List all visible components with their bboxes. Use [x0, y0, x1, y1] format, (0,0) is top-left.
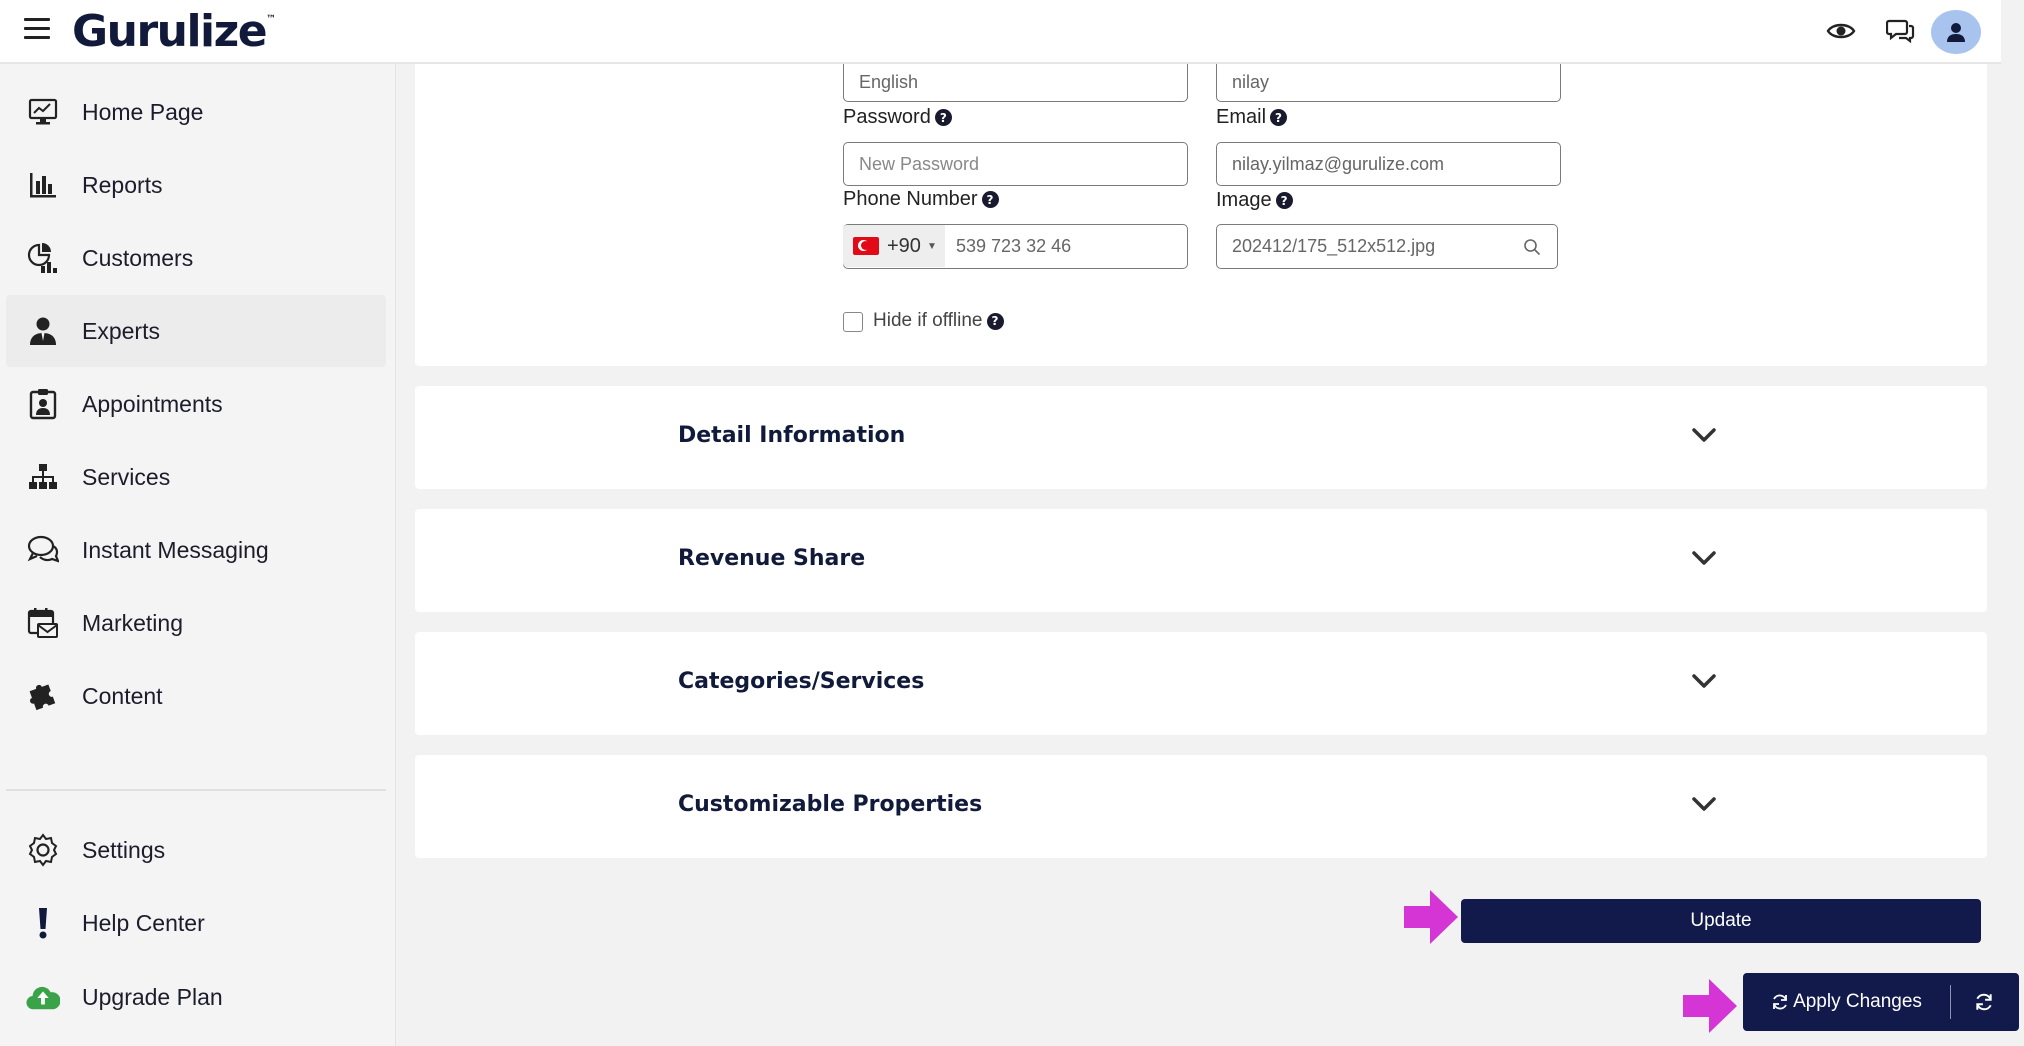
sidebar-item-instant-messaging[interactable]: Instant Messaging	[6, 514, 386, 586]
section-customizable-properties[interactable]: Customizable Properties	[415, 755, 1987, 858]
image-path-field[interactable]: 202412/175_512x512.jpg	[1216, 224, 1509, 269]
chat-bubbles-icon	[26, 533, 60, 567]
username-field[interactable]: nilay	[1216, 64, 1561, 102]
puzzle-icon	[26, 679, 60, 713]
sidebar-item-content[interactable]: Content	[6, 660, 386, 732]
sidebar-item-help-center[interactable]: Help Center	[6, 887, 386, 959]
user-icon	[1947, 23, 1965, 42]
annotation-arrow-icon	[1683, 979, 1737, 1033]
hide-if-offline-checkbox[interactable]	[843, 312, 863, 332]
expert-form-card: English nilay Password? Email? New Passw…	[415, 64, 1987, 366]
sitemap-icon	[26, 460, 60, 494]
top-bar: Gurulize™	[0, 0, 2001, 64]
section-categories-services[interactable]: Categories/Services	[415, 632, 1987, 735]
turkey-flag-icon	[853, 237, 879, 255]
sidebar-item-upgrade-plan[interactable]: Upgrade Plan	[6, 961, 386, 1033]
help-icon[interactable]: ?	[1270, 109, 1288, 126]
email-field[interactable]: nilay.yilmaz@gurulize.com	[1216, 142, 1561, 186]
chevron-down-icon	[1692, 797, 1716, 811]
language-field[interactable]: English	[843, 64, 1188, 102]
phone-number-label: Phone Number?	[843, 188, 999, 211]
refresh-button[interactable]	[1951, 973, 2017, 1031]
email-label: Email?	[1216, 106, 1288, 129]
caret-down-icon: ▼	[926, 240, 937, 252]
sidebar-item-appointments[interactable]: Appointments	[6, 368, 386, 440]
gear-icon	[26, 833, 60, 867]
hide-if-offline-label: Hide if offline?	[873, 310, 1004, 332]
sidebar-item-services[interactable]: Services	[6, 441, 386, 513]
update-button[interactable]: Update	[1461, 899, 1981, 943]
chat-icon[interactable]	[1886, 16, 1916, 46]
refresh-icon	[1976, 993, 1992, 1011]
chevron-down-icon	[1692, 428, 1716, 442]
exclamation-icon	[26, 906, 60, 940]
apply-changes-group: Apply Changes	[1743, 973, 2019, 1031]
chevron-down-icon	[1692, 551, 1716, 565]
bar-chart-icon	[26, 168, 60, 202]
eye-icon[interactable]	[1826, 16, 1856, 46]
image-browse-button[interactable]	[1507, 224, 1558, 269]
upload-cloud-icon	[26, 980, 60, 1014]
country-code-select[interactable]: +90 ▼	[843, 225, 945, 267]
user-avatar[interactable]	[1931, 10, 1981, 54]
password-label: Password?	[843, 106, 952, 129]
section-detail-information[interactable]: Detail Information	[415, 386, 1987, 489]
monitor-chart-icon	[26, 95, 60, 129]
image-label: Image?	[1216, 189, 1293, 212]
sidebar-item-settings[interactable]: Settings	[6, 814, 386, 886]
sidebar-divider	[6, 789, 386, 791]
sidebar-item-customers[interactable]: Customers	[6, 222, 386, 294]
user-tie-icon	[26, 314, 60, 348]
sidebar-item-home-page[interactable]: Home Page	[6, 76, 386, 148]
pie-chart-icon	[26, 241, 60, 275]
search-icon	[1524, 238, 1541, 255]
refresh-icon	[1773, 994, 1787, 1010]
calendar-mail-icon	[26, 606, 60, 640]
password-field[interactable]: New Password	[843, 142, 1188, 186]
section-revenue-share[interactable]: Revenue Share	[415, 509, 1987, 612]
menu-icon[interactable]	[24, 18, 50, 40]
help-icon[interactable]: ?	[934, 109, 952, 126]
help-icon[interactable]: ?	[1275, 192, 1293, 209]
sidebar: Home Page Reports Customers Experts Appo…	[0, 64, 396, 1046]
chevron-down-icon	[1692, 674, 1716, 688]
annotation-arrow-icon	[1404, 890, 1458, 944]
sidebar-item-reports[interactable]: Reports	[6, 149, 386, 221]
apply-changes-button[interactable]: Apply Changes	[1743, 973, 1950, 1031]
app-logo[interactable]: Gurulize™	[72, 6, 276, 57]
help-icon[interactable]: ?	[981, 191, 999, 208]
help-icon[interactable]: ?	[986, 312, 1004, 330]
sidebar-item-marketing[interactable]: Marketing	[6, 587, 386, 659]
clipboard-user-icon	[26, 387, 60, 421]
sidebar-item-experts[interactable]: Experts	[6, 295, 386, 367]
